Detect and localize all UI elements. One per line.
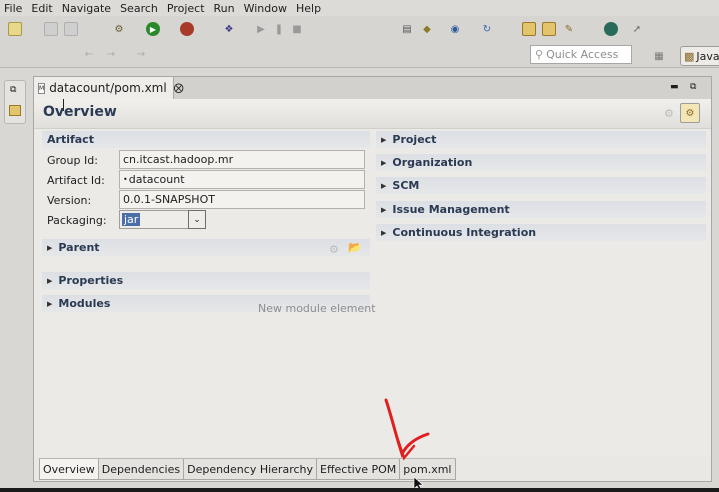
section-parent[interactable]: ▶ Parent xyxy=(42,239,370,256)
restore-icon[interactable]: ⧉ xyxy=(10,85,16,95)
next-annotation-icon: → xyxy=(136,48,146,60)
expand-arrow-icon: ▶ xyxy=(381,181,387,190)
expand-arrow-icon: ▶ xyxy=(47,299,53,308)
expand-arrow-icon: ▶ xyxy=(47,276,53,285)
page-title: Overview xyxy=(43,104,117,120)
section-issue-management[interactable]: ▶ Issue Management xyxy=(376,201,706,218)
save-all-icon[interactable] xyxy=(64,22,78,36)
editor-tab-title: datacount/pom.xml xyxy=(49,81,167,95)
wrench-icon: ⚙ xyxy=(685,107,695,119)
section-properties-title: Properties xyxy=(58,274,124,287)
menu-window[interactable]: Window xyxy=(244,2,287,15)
suspend-icon: ❚ xyxy=(274,23,284,35)
menu-project[interactable]: Project xyxy=(167,2,205,15)
left-trim-stack: ⧉ xyxy=(4,80,26,124)
open-console-icon[interactable]: ▤ xyxy=(400,22,414,36)
java-perspective-icon: ▩ xyxy=(684,49,695,63)
pom-tools-button[interactable]: ⚙ xyxy=(680,103,700,123)
minimize-icon[interactable]: ▬ xyxy=(670,82,679,92)
group-id-label: Group Id: xyxy=(47,154,98,167)
close-icon[interactable]: ⨂ xyxy=(174,83,184,94)
section-project[interactable]: ▶ Project xyxy=(376,131,706,148)
menu-help[interactable]: Help xyxy=(296,2,321,15)
menu-run[interactable]: Run xyxy=(214,2,235,15)
expand-arrow-icon: ▶ xyxy=(381,228,387,237)
section-properties[interactable]: ▶ Properties xyxy=(42,272,370,289)
open-type-icon[interactable]: ◆ xyxy=(420,22,434,36)
pencil-icon[interactable]: ✎ xyxy=(562,22,576,36)
section-artifact-title: Artifact xyxy=(47,133,94,146)
version-label: Version: xyxy=(47,194,92,207)
artifact-id-field[interactable]: • datacount xyxy=(119,170,365,189)
expand-arrow-icon: ▶ xyxy=(381,135,387,144)
chevron-down-icon[interactable]: ⌄ xyxy=(188,210,206,229)
globe-icon[interactable]: ◉ xyxy=(448,22,462,36)
section-continuous-integration-title: Continuous Integration xyxy=(392,226,537,239)
open-perspective-icon[interactable]: ▦ xyxy=(652,49,666,63)
perspective-label: Java xyxy=(696,49,719,63)
section-artifact: Artifact xyxy=(42,131,370,148)
artifact-id-label: Artifact Id: xyxy=(47,174,105,187)
form-body: Artifact Group Id: cn.itcast.hadoop.mr A… xyxy=(34,129,711,457)
menu-file[interactable]: File xyxy=(4,2,22,15)
web-browser-icon[interactable] xyxy=(604,22,618,36)
refresh-icon[interactable]: ↻ xyxy=(480,22,494,36)
run-icon[interactable]: ▶ xyxy=(146,22,160,36)
quick-access-placeholder: Quick Access xyxy=(546,48,619,61)
open-folder-icon[interactable]: 📂 xyxy=(348,241,362,254)
java-perspective-button[interactable]: ▩ Java xyxy=(680,46,719,66)
tab-dependency-hierarchy[interactable]: Dependency Hierarchy xyxy=(184,459,317,480)
packaging-value: jar xyxy=(122,213,141,226)
new-icon[interactable] xyxy=(8,22,22,36)
gear-icon[interactable]: ⚙ xyxy=(112,22,126,36)
skip-breakpoints-icon[interactable]: ❖ xyxy=(222,22,236,36)
external-tools-icon[interactable] xyxy=(180,22,194,36)
required-marker: • xyxy=(123,175,128,184)
arrow-icon[interactable]: ➚ xyxy=(630,22,644,36)
menu-edit[interactable]: Edit xyxy=(31,2,52,15)
maximize-icon[interactable]: ⧉ xyxy=(690,82,696,92)
editor-tab-pom[interactable]: M datacount/pom.xml ⨂ xyxy=(34,77,184,99)
section-organization[interactable]: ▶ Organization xyxy=(376,154,706,171)
section-continuous-integration[interactable]: ▶ Continuous Integration xyxy=(376,224,706,241)
editor-tab-bar: M datacount/pom.xml ⨂ ▬ ⧉ xyxy=(34,77,711,99)
section-modules-title: Modules xyxy=(58,297,111,310)
terminate-icon: ■ xyxy=(292,23,302,35)
save-icon[interactable] xyxy=(44,22,58,36)
select-parent-icon: ⚙ xyxy=(329,243,339,256)
gray-gear-icon: ⚙ xyxy=(664,107,674,120)
section-issue-management-title: Issue Management xyxy=(392,203,510,216)
section-project-title: Project xyxy=(392,133,437,146)
artifact-id-value: datacount xyxy=(128,173,185,186)
new-module-hint[interactable]: New module element xyxy=(258,302,376,315)
package-explorer-icon[interactable] xyxy=(9,105,21,116)
quick-access-input[interactable]: ⚲ Quick Access xyxy=(530,45,632,64)
expand-arrow-icon: ▶ xyxy=(381,158,387,167)
resume-icon: ▶ xyxy=(257,23,265,35)
red-check-annotation xyxy=(384,398,430,461)
group-id-field[interactable]: cn.itcast.hadoop.mr xyxy=(119,150,365,169)
section-scm-title: SCM xyxy=(392,179,420,192)
forward-icon: → xyxy=(106,48,116,60)
section-scm[interactable]: ▶ SCM xyxy=(376,177,706,194)
bottom-strip xyxy=(0,488,719,492)
pom-editor: M datacount/pom.xml ⨂ ▬ ⧉ Overview ⚙ ⚙ A… xyxy=(33,76,712,482)
section-organization-title: Organization xyxy=(392,156,473,169)
menu-navigate[interactable]: Navigate xyxy=(62,2,111,15)
expand-arrow-icon: ▶ xyxy=(47,243,53,252)
tab-overview[interactable]: Overview xyxy=(39,459,99,480)
back-icon: ← xyxy=(84,48,94,60)
form-header: Overview ⚙ ⚙ xyxy=(34,99,711,129)
expand-arrow-icon: ▶ xyxy=(381,205,387,214)
maven-file-icon: M xyxy=(38,82,46,94)
packaging-label: Packaging: xyxy=(47,214,107,227)
folder-icon[interactable] xyxy=(542,22,556,36)
tab-dependencies[interactable]: Dependencies xyxy=(98,459,185,480)
menu-search[interactable]: Search xyxy=(120,2,158,15)
version-field[interactable]: 0.0.1-SNAPSHOT xyxy=(119,190,365,209)
menu-bar: File Edit Navigate Search Project Run Wi… xyxy=(0,0,719,16)
open-folder-icon[interactable] xyxy=(522,22,536,36)
search-icon: ⚲ xyxy=(535,48,544,61)
section-parent-title: Parent xyxy=(58,241,100,254)
